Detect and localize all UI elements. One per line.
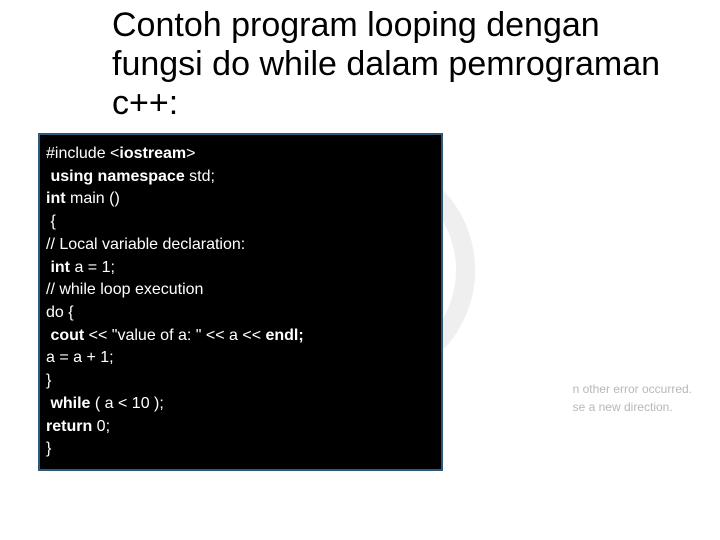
code-line-14: } xyxy=(46,440,51,457)
code-block: #include <iostream> using namespace std;… xyxy=(38,133,443,471)
code-line-2: using namespace std; xyxy=(46,168,215,185)
bg-line-1: n other error occurred. xyxy=(573,380,692,398)
code-line-1: #include <iostream> xyxy=(46,145,195,162)
code-line-3: int main () xyxy=(46,190,120,207)
code-line-13: return 0; xyxy=(46,418,110,435)
background-error-text: n other error occurred. se a new directi… xyxy=(573,380,692,416)
code-line-7: // while loop execution xyxy=(46,281,203,298)
code-line-11: } xyxy=(46,372,51,389)
code-line-4: { xyxy=(46,213,56,230)
code-line-9: cout << "value of a: " << a << endl; xyxy=(46,327,304,344)
code-line-6: int a = 1; xyxy=(46,259,115,276)
code-line-10: a = a + 1; xyxy=(46,349,114,366)
code-line-8: do { xyxy=(46,304,74,321)
code-line-12: while ( a < 10 ); xyxy=(46,395,164,412)
code-line-5: // Local variable declaration: xyxy=(46,236,245,253)
bg-line-2: se a new direction. xyxy=(573,398,692,416)
slide-title: Contoh program looping dengan fungsi do … xyxy=(112,6,682,123)
